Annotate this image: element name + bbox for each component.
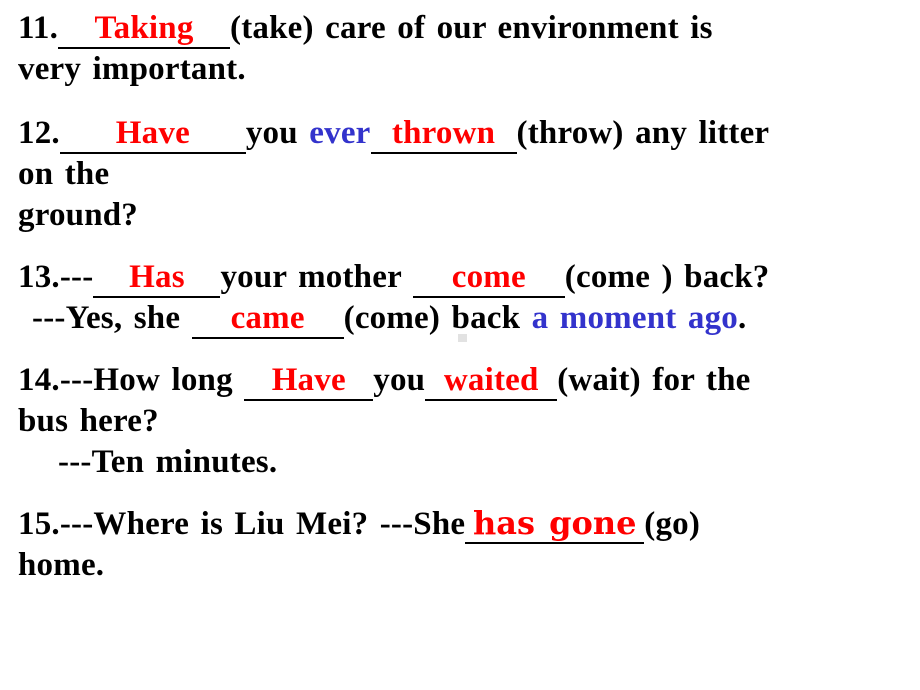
item-12-line-3: ground? (18, 195, 902, 236)
item-11-number: 11. (18, 10, 59, 46)
item-13-blank-2-answer[interactable]: come (412, 259, 565, 298)
item-12-text-mid-1: you (245, 115, 310, 151)
exercise-item-14: 14.---How long Have you waited (wait) for t… (18, 360, 902, 442)
exercise-item-13: 13.--- Has your mother come (come ) back? (18, 257, 902, 298)
item-15-text-after-1: (go) (644, 506, 701, 542)
item-13-reply-end-period: . (738, 300, 747, 336)
slide-canvas: 11. Taking (take) care of our environment … (0, 0, 920, 690)
exercise-item-11: 11. Taking (take) care of our environment … (18, 8, 902, 90)
item-14-text-after-2: (wait) for the (557, 362, 751, 398)
item-11-text-after-1: (take) care of our environment is (230, 10, 713, 46)
item-12-line-3-text: ground? (18, 197, 139, 233)
item-15-blank-1-answer[interactable]: has gone (465, 505, 645, 544)
item-12-line-2: on the (18, 156, 110, 192)
item-13-reply-after: (come) back (343, 300, 532, 336)
item-12-hint-ever: ever (309, 115, 371, 151)
exercise-item-15: 15.---Where is Liu Mei? ---She has gone (g… (18, 504, 902, 586)
item-13-text-after-2: (come ) back? (564, 259, 770, 295)
item-14-blank-2-answer[interactable]: waited (425, 362, 558, 401)
item-13-reply: ---Yes, she came (come) back a moment ago… (18, 298, 902, 339)
item-13-hint-a-moment-ago: a moment ago (531, 300, 739, 336)
item-15-line-2: home. (18, 547, 105, 583)
item-11-blank-1-answer[interactable]: Taking (58, 10, 231, 49)
item-12-number: 12. (18, 115, 60, 151)
item-14-text-mid-1: you (373, 362, 426, 398)
exercise-item-12: 12. Have you ever thrown (throw) any litter … (18, 113, 902, 195)
item-14-number: 14. (18, 362, 60, 398)
item-14-blank-1-answer[interactable]: Have (244, 362, 374, 401)
item-13-reply-prefix: ---Yes, she (32, 300, 192, 336)
item-15-number: 15. (18, 506, 60, 542)
item-12-text-after-2: (throw) any litter (516, 115, 770, 151)
item-13-reply-blank-answer[interactable]: came (191, 300, 344, 339)
stray-gray-square-artifact (458, 334, 467, 342)
item-14-line-2: bus here? (18, 403, 159, 439)
item-12-blank-1-answer[interactable]: Have (59, 115, 246, 154)
item-13-text-mid-1: your mother (220, 259, 413, 295)
item-13-prefix-dashes: --- (59, 259, 94, 295)
item-13-number: 13. (18, 259, 60, 295)
item-14-reply-text: ---Ten minutes. (58, 444, 278, 480)
item-13-blank-1-answer[interactable]: Has (93, 259, 221, 298)
item-14-prefix: ---How long (59, 362, 245, 398)
item-15-prefix: ---Where is Liu Mei? ---She (59, 506, 466, 542)
item-11-line-2: very important. (18, 51, 246, 87)
item-12-blank-2-answer[interactable]: thrown (370, 115, 517, 154)
item-14-reply: ---Ten minutes. (18, 442, 902, 483)
